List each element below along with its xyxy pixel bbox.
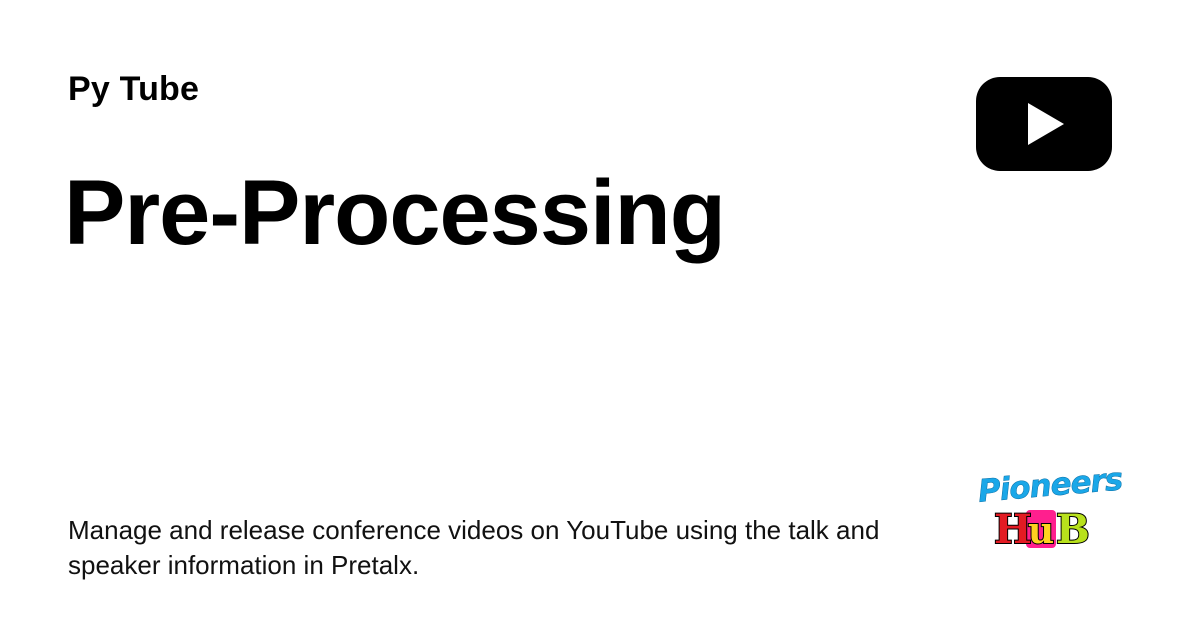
play-button-icon [975, 76, 1113, 172]
pioneers-hub-logo: Pioneers H u B [976, 458, 1124, 554]
logo-h-letter: H [994, 506, 1032, 553]
logo-b-letter: B [1056, 506, 1090, 553]
description-text: Manage and release conference videos on … [68, 515, 880, 580]
logo-u-letter: u [1028, 510, 1054, 552]
logo-script-word: Pioneers [977, 461, 1125, 510]
social-card: Py Tube Pre-Processing Manage and releas… [0, 0, 1200, 630]
site-name: Py Tube [68, 70, 200, 108]
page-title: Pre-Processing [64, 162, 726, 264]
